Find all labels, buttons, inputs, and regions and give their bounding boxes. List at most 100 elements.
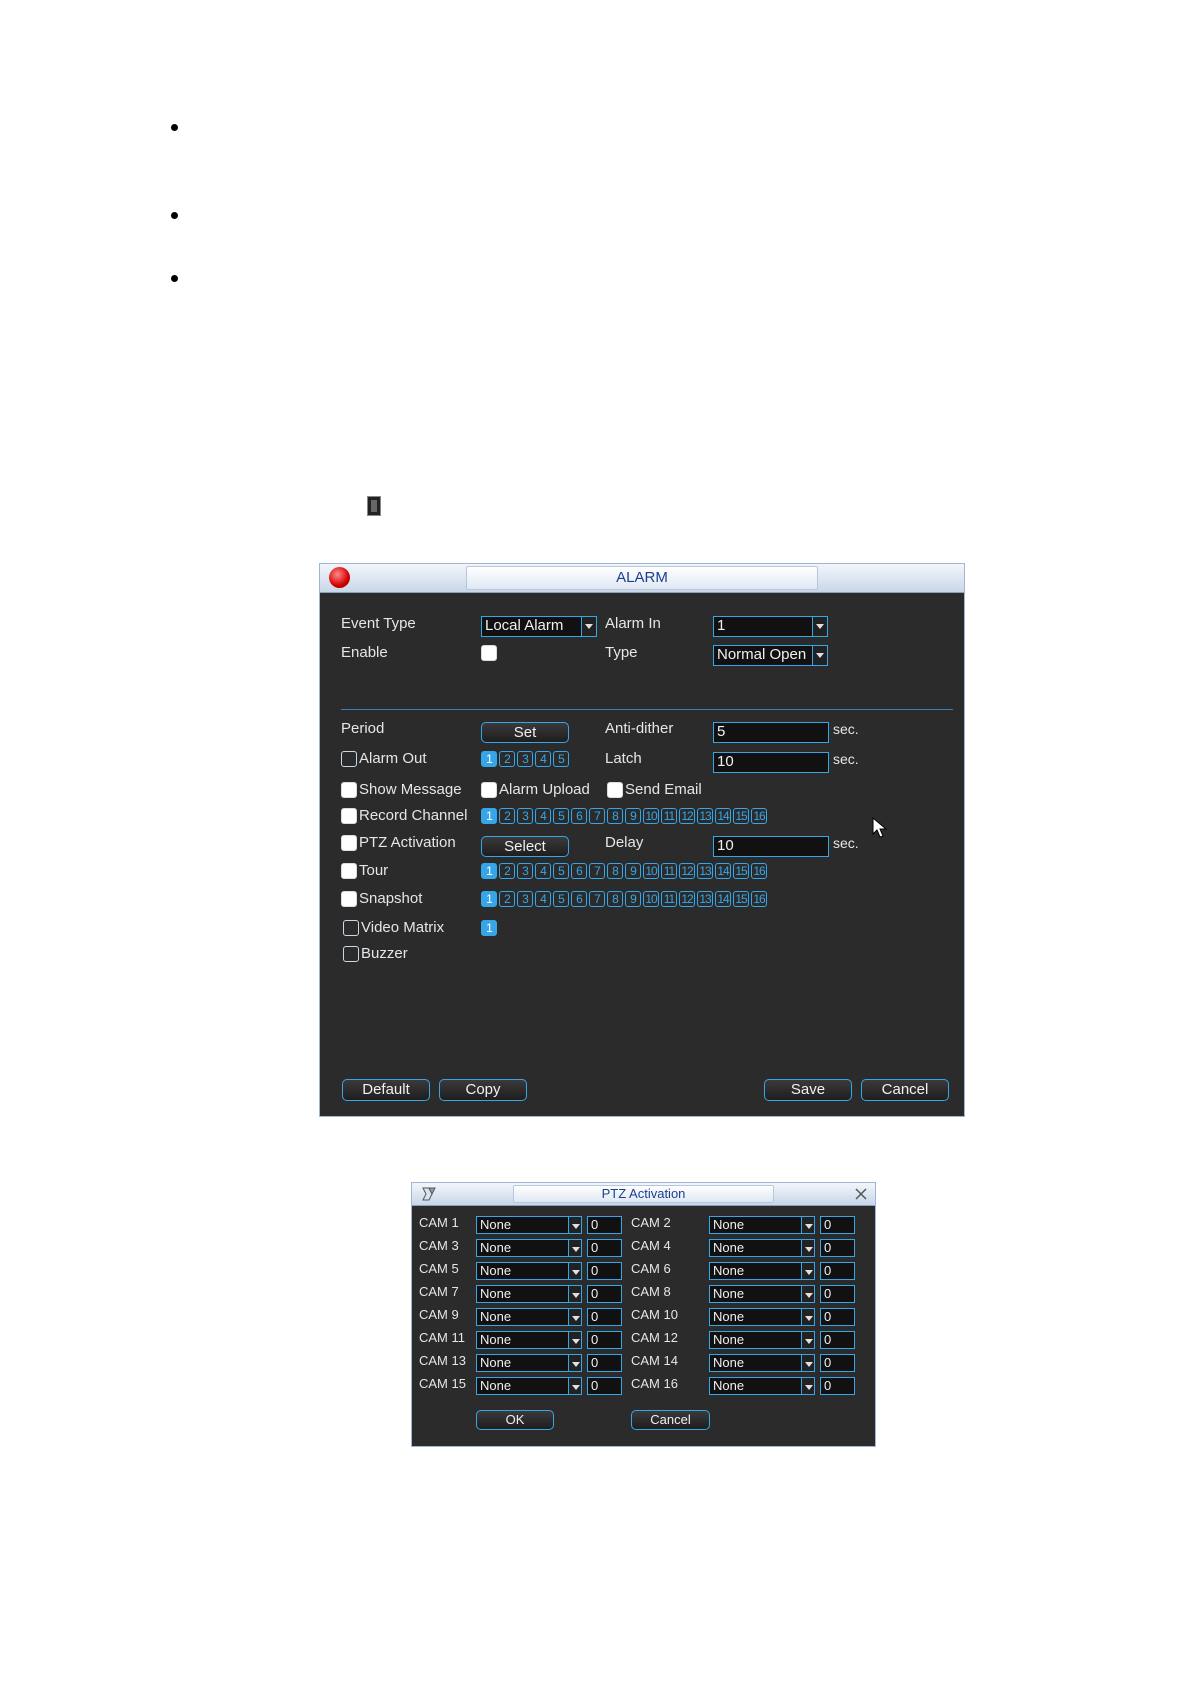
ptz-preset-number[interactable]: 0 xyxy=(587,1354,622,1372)
ptz-cancel-button[interactable]: Cancel xyxy=(631,1410,710,1430)
chevron-down-icon[interactable] xyxy=(812,646,827,665)
chevron-down-icon[interactable] xyxy=(801,1378,814,1394)
snapshot-channel-13[interactable]: 13 xyxy=(697,891,713,907)
ptz-preset-number[interactable]: 0 xyxy=(820,1377,855,1395)
alarm-out-checkbox[interactable] xyxy=(341,751,357,767)
buzzer-checkbox[interactable] xyxy=(343,946,359,962)
alarm-out-channel-2[interactable]: 2 xyxy=(499,751,515,767)
ptz-preset-select[interactable]: None xyxy=(476,1239,582,1257)
record-channel-15[interactable]: 15 xyxy=(733,808,749,824)
ptz-preset-number[interactable]: 0 xyxy=(820,1308,855,1326)
snapshot-channel-5[interactable]: 5 xyxy=(553,891,569,907)
record-channel-5[interactable]: 5 xyxy=(553,808,569,824)
record-channel-1[interactable]: 1 xyxy=(481,808,497,824)
ptz-preset-select[interactable]: None xyxy=(709,1239,815,1257)
ptz-preset-select[interactable]: None xyxy=(476,1216,582,1234)
ptz-preset-number[interactable]: 0 xyxy=(587,1377,622,1395)
record-channel-4[interactable]: 4 xyxy=(535,808,551,824)
snapshot-channel-2[interactable]: 2 xyxy=(499,891,515,907)
ptz-preset-number[interactable]: 0 xyxy=(820,1239,855,1257)
send-email-checkbox[interactable] xyxy=(607,782,623,798)
ptz-preset-number[interactable]: 0 xyxy=(587,1331,622,1349)
cancel-button[interactable]: Cancel xyxy=(861,1079,949,1101)
ptz-preset-number[interactable]: 0 xyxy=(820,1354,855,1372)
chevron-down-icon[interactable] xyxy=(812,617,827,636)
record-channel-6[interactable]: 6 xyxy=(571,808,587,824)
ptz-preset-select[interactable]: None xyxy=(709,1354,815,1372)
ptz-select-button[interactable]: Select xyxy=(481,836,569,857)
chevron-down-icon[interactable] xyxy=(568,1355,581,1371)
tour-channel-3[interactable]: 3 xyxy=(517,863,533,879)
anti-dither-input[interactable]: 5 xyxy=(713,722,829,743)
tour-channel-6[interactable]: 6 xyxy=(571,863,587,879)
chevron-down-icon[interactable] xyxy=(801,1332,814,1348)
chevron-down-icon[interactable] xyxy=(568,1217,581,1233)
snapshot-channel-11[interactable]: 11 xyxy=(661,891,677,907)
ptz-preset-number[interactable]: 0 xyxy=(587,1239,622,1257)
tour-channel-5[interactable]: 5 xyxy=(553,863,569,879)
enable-checkbox[interactable] xyxy=(481,645,497,661)
chevron-down-icon[interactable] xyxy=(801,1286,814,1302)
snapshot-channel-6[interactable]: 6 xyxy=(571,891,587,907)
delay-input[interactable]: 10 xyxy=(713,836,829,857)
chevron-down-icon[interactable] xyxy=(568,1332,581,1348)
snapshot-channel-14[interactable]: 14 xyxy=(715,891,731,907)
tour-channel-1[interactable]: 1 xyxy=(481,863,497,879)
type-select[interactable]: Normal Open xyxy=(713,645,828,666)
tour-channel-11[interactable]: 11 xyxy=(661,863,677,879)
chevron-down-icon[interactable] xyxy=(801,1263,814,1279)
copy-button[interactable]: Copy xyxy=(439,1079,527,1101)
snapshot-channel-12[interactable]: 12 xyxy=(679,891,695,907)
ptz-preset-number[interactable]: 0 xyxy=(820,1331,855,1349)
record-channel-9[interactable]: 9 xyxy=(625,808,641,824)
chevron-down-icon[interactable] xyxy=(568,1309,581,1325)
snapshot-channel-7[interactable]: 7 xyxy=(589,891,605,907)
tour-channel-16[interactable]: 16 xyxy=(751,863,767,879)
record-channel-16[interactable]: 16 xyxy=(751,808,767,824)
period-set-button[interactable]: Set xyxy=(481,722,569,743)
ptz-preset-select[interactable]: None xyxy=(709,1331,815,1349)
snapshot-channel-15[interactable]: 15 xyxy=(733,891,749,907)
ptz-preset-select[interactable]: None xyxy=(709,1262,815,1280)
tour-channel-12[interactable]: 12 xyxy=(679,863,695,879)
ptz-activation-checkbox[interactable] xyxy=(341,835,357,851)
close-icon[interactable] xyxy=(853,1186,869,1202)
ptz-preset-select[interactable]: None xyxy=(709,1308,815,1326)
chevron-down-icon[interactable] xyxy=(581,617,596,636)
chevron-down-icon[interactable] xyxy=(568,1240,581,1256)
record-channel-11[interactable]: 11 xyxy=(661,808,677,824)
chevron-down-icon[interactable] xyxy=(568,1263,581,1279)
alarm-in-select[interactable]: 1 xyxy=(713,616,828,637)
snapshot-channel-10[interactable]: 10 xyxy=(643,891,659,907)
ptz-preset-number[interactable]: 0 xyxy=(587,1262,622,1280)
ptz-preset-select[interactable]: None xyxy=(476,1377,582,1395)
ptz-preset-select[interactable]: None xyxy=(709,1285,815,1303)
default-button[interactable]: Default xyxy=(342,1079,430,1101)
alarm-out-channel-3[interactable]: 3 xyxy=(517,751,533,767)
record-channel-3[interactable]: 3 xyxy=(517,808,533,824)
record-channel-14[interactable]: 14 xyxy=(715,808,731,824)
alarm-out-channel-4[interactable]: 4 xyxy=(535,751,551,767)
ptz-preset-select[interactable]: None xyxy=(709,1377,815,1395)
event-type-select[interactable]: Local Alarm xyxy=(481,616,597,637)
ptz-ok-button[interactable]: OK xyxy=(476,1410,554,1430)
chevron-down-icon[interactable] xyxy=(801,1355,814,1371)
snapshot-channel-9[interactable]: 9 xyxy=(625,891,641,907)
ptz-preset-number[interactable]: 0 xyxy=(820,1285,855,1303)
snapshot-channel-4[interactable]: 4 xyxy=(535,891,551,907)
alarm-out-channel-1[interactable]: 1 xyxy=(481,751,497,767)
ptz-preset-select[interactable]: None xyxy=(476,1354,582,1372)
tour-channel-14[interactable]: 14 xyxy=(715,863,731,879)
record-channel-8[interactable]: 8 xyxy=(607,808,623,824)
ptz-preset-number[interactable]: 0 xyxy=(820,1262,855,1280)
ptz-preset-number[interactable]: 0 xyxy=(587,1285,622,1303)
record-channel-10[interactable]: 10 xyxy=(643,808,659,824)
chevron-down-icon[interactable] xyxy=(801,1217,814,1233)
snapshot-channel-1[interactable]: 1 xyxy=(481,891,497,907)
ptz-preset-select[interactable]: None xyxy=(476,1308,582,1326)
tour-checkbox[interactable] xyxy=(341,863,357,879)
tour-channel-13[interactable]: 13 xyxy=(697,863,713,879)
ptz-preset-select[interactable]: None xyxy=(476,1331,582,1349)
ptz-preset-number[interactable]: 0 xyxy=(820,1216,855,1234)
record-channel-2[interactable]: 2 xyxy=(499,808,515,824)
